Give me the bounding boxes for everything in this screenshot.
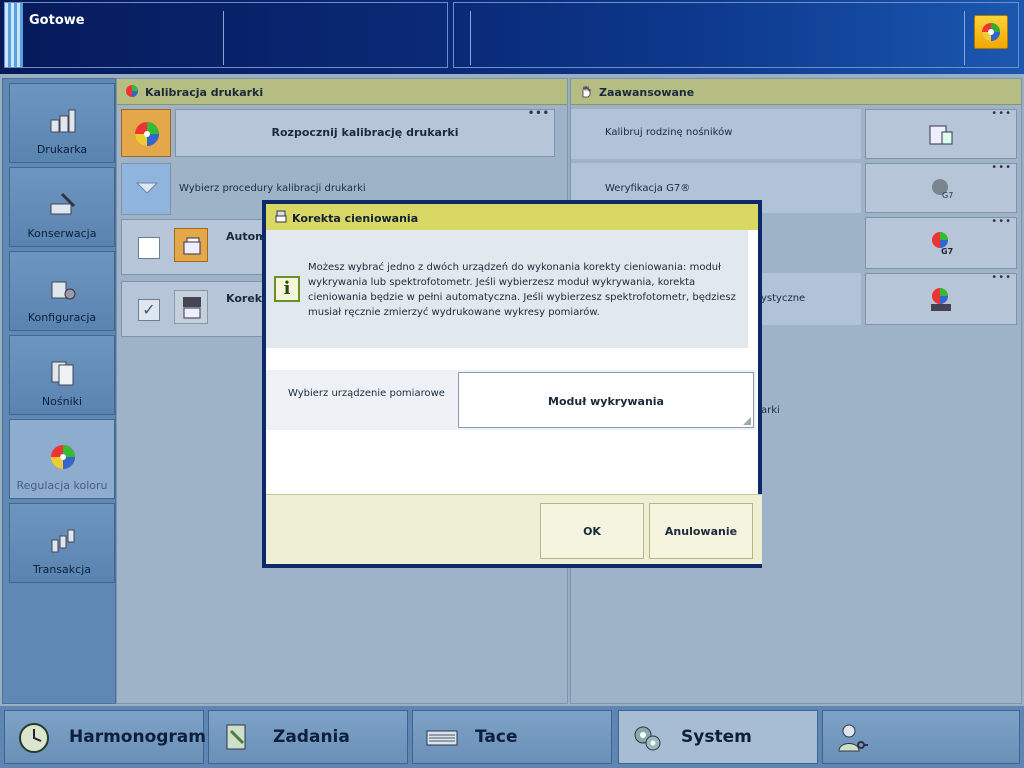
automatic-calibration-label: Autom	[226, 230, 267, 243]
auto-calibration-button[interactable]: •••	[865, 272, 1017, 325]
nav-transaction[interactable]: Transakcja	[9, 503, 115, 583]
more-options-icon[interactable]: •••	[991, 162, 1012, 173]
g7-calibration-button[interactable]: G7 •••	[865, 216, 1017, 269]
more-options-icon[interactable]: •••	[528, 108, 550, 119]
status-divider	[223, 11, 224, 65]
nav-media-label: Nośniki	[41, 395, 83, 408]
nav-color-management[interactable]: Regulacja koloru	[9, 419, 115, 499]
user-key-icon	[838, 724, 868, 752]
nav-printer-label: Drukarka	[36, 143, 88, 156]
calibration-printer-icon	[174, 228, 208, 262]
start-calibration-button[interactable]: Rozpocznij kalibrację drukarki •••	[175, 108, 555, 157]
start-calibration-label: Rozpocznij kalibrację drukarki	[271, 126, 459, 139]
color-wheel-icon	[982, 23, 1000, 41]
printer-status-text: Gotowe	[29, 13, 85, 28]
advanced-row-4-label: ystyczne	[761, 293, 806, 304]
calibrate-media-family-label: Kalibruj rodzinę nośników	[605, 127, 733, 138]
alerts-divider	[470, 11, 471, 65]
clock-icon	[19, 723, 49, 753]
color-wheel-icon	[51, 445, 75, 469]
measurement-device-select[interactable]: Moduł wykrywania	[458, 372, 754, 428]
procedure-select-label: Wybierz procedury kalibracji drukarki	[179, 183, 366, 194]
tab-system-label: System	[681, 727, 752, 747]
alerts-pane	[453, 2, 1019, 68]
calibration-panel-title: Kalibracja drukarki	[145, 86, 264, 99]
shading-correction-dialog: Korekta cieniowania i Możesz wybrać jedn…	[262, 200, 762, 568]
cancel-button[interactable]: Anulowanie	[649, 503, 753, 559]
nav-transaction-label: Transakcja	[32, 563, 92, 576]
info-icon: i	[274, 276, 300, 302]
g7-color-icon: G7	[932, 232, 953, 256]
calibrate-media-family-button[interactable]: •••	[865, 108, 1017, 159]
color-alert-button[interactable]	[974, 15, 1008, 49]
procedure-dropdown-toggle[interactable]	[121, 163, 171, 215]
calibrate-media-family-row[interactable]: Kalibruj rodzinę nośników	[571, 109, 861, 159]
dialog-title-bar: Korekta cieniowania	[266, 204, 758, 230]
calibration-icon-tile[interactable]	[121, 109, 171, 157]
hand-icon	[582, 85, 591, 98]
ok-button[interactable]: OK	[540, 503, 644, 559]
shading-printer-icon	[174, 290, 208, 324]
nav-color-management-label: Regulacja koloru	[16, 479, 108, 492]
color-wheel-icon	[135, 122, 159, 146]
tab-jobs[interactable]: Zadania	[208, 710, 408, 764]
advanced-panel-title: Zaawansowane	[599, 86, 695, 99]
transaction-icon	[51, 529, 75, 553]
status-indicator-stripes	[5, 3, 23, 67]
left-navigation: Drukarka Konserwacja Konfiguracja Nośnik…	[2, 78, 116, 704]
tab-trays-label: Tace	[475, 727, 518, 747]
info-message-box: i Możesz wybrać jedno z dwóch urządzeń d…	[266, 230, 748, 348]
calibration-panel-header: Kalibracja drukarki	[117, 79, 567, 105]
dialog-body: i Możesz wybrać jedno z dwóch urządzeń d…	[266, 230, 762, 564]
chevron-down-icon	[136, 182, 158, 194]
g7-verification-button[interactable]: G7 •••	[865, 162, 1017, 213]
more-options-icon[interactable]: •••	[991, 272, 1012, 283]
media-calibration-icon	[929, 125, 953, 145]
tab-jobs-label: Zadania	[273, 727, 350, 747]
printer-icon	[275, 210, 287, 223]
bottom-navigation: Harmonogram Zadania Tace System	[0, 706, 1024, 768]
nav-configuration-label: Konfiguracja	[27, 311, 97, 324]
tab-schedule[interactable]: Harmonogram	[4, 710, 206, 764]
jobs-icon	[226, 724, 246, 750]
g7-verification-label: Weryfikacja G7®	[605, 183, 691, 194]
nav-media[interactable]: Nośniki	[9, 335, 115, 415]
shading-correction-checkbox[interactable]: ✓	[138, 299, 160, 321]
trays-icon	[426, 730, 458, 746]
svg-text:G7: G7	[942, 191, 953, 200]
status-pane: Gotowe	[4, 2, 448, 68]
svg-text:G7: G7	[941, 247, 953, 256]
more-options-icon[interactable]: •••	[991, 216, 1012, 227]
nav-maintenance-label: Konserwacja	[27, 227, 97, 240]
color-wheel-icon	[126, 85, 138, 97]
status-bar: Gotowe	[0, 0, 1024, 74]
more-options-icon[interactable]: •••	[991, 108, 1012, 119]
advanced-panel-header: Zaawansowane	[571, 79, 1021, 105]
tab-trays[interactable]: Tace	[412, 710, 612, 764]
printer-icon	[50, 109, 76, 133]
info-message-text: Możesz wybrać jedno z dwóch urządzeń do …	[308, 262, 736, 318]
system-gears-icon	[634, 726, 661, 751]
dialog-title: Korekta cieniowania	[292, 212, 419, 225]
nav-maintenance[interactable]: Konserwacja	[9, 167, 115, 247]
g7-icon: G7	[932, 179, 953, 200]
nav-printer[interactable]: Drukarka	[9, 83, 115, 163]
measurement-device-value: Moduł wykrywania	[548, 395, 664, 408]
advanced-row-5-label: arki	[761, 405, 780, 416]
alerts-divider	[964, 11, 965, 65]
auto-color-icon	[931, 288, 951, 311]
maintenance-icon	[50, 192, 76, 215]
nav-configuration[interactable]: Konfiguracja	[9, 251, 115, 331]
tab-system[interactable]: System	[618, 710, 818, 764]
measurement-device-row: Wybierz urządzenie pomiarowe Moduł wykry…	[266, 370, 756, 430]
resize-corner-icon	[743, 417, 751, 425]
dialog-footer: OK Anulowanie	[266, 494, 762, 564]
media-icon	[51, 361, 74, 386]
configuration-icon	[51, 281, 76, 300]
tab-user[interactable]	[822, 710, 1020, 764]
automatic-calibration-checkbox[interactable]	[138, 237, 160, 259]
measurement-device-label: Wybierz urządzenie pomiarowe	[288, 388, 445, 399]
tab-schedule-label: Harmonogram	[69, 727, 206, 747]
